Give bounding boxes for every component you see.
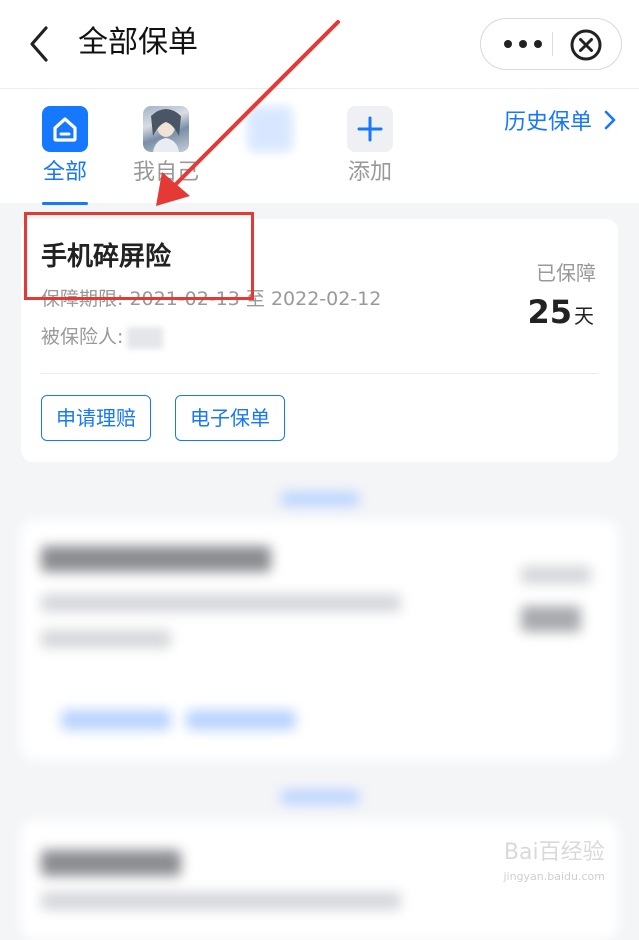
blurred-card xyxy=(21,520,618,760)
blurred-title xyxy=(41,546,271,572)
member-tabs: 全部 我自己 添加 历史保单 xyxy=(0,89,639,205)
tab-label xyxy=(235,158,305,188)
covered-days: 25 天 xyxy=(527,293,594,331)
watermark-main: Bai百经验 xyxy=(503,840,605,865)
e-policy-button[interactable]: 电子保单 xyxy=(175,395,285,441)
blurred-text xyxy=(521,606,581,632)
apply-claim-button[interactable]: 申请理赔 xyxy=(41,395,151,441)
watermark-sub: jingyan.baidu.com xyxy=(503,870,605,883)
blurred-text xyxy=(41,630,171,648)
home-icon xyxy=(42,106,88,152)
plus-icon xyxy=(347,106,393,152)
history-policies-link[interactable]: 历史保单 xyxy=(504,107,617,139)
blurred-button xyxy=(186,710,296,730)
card-divider xyxy=(41,373,598,374)
policy-insured: 被保险人: xyxy=(41,323,164,351)
insured-label: 被保险人: xyxy=(41,326,124,348)
blurred-icon xyxy=(247,106,293,152)
status-label: 已保障 xyxy=(536,261,596,285)
navbar: 全部保单 xyxy=(0,0,639,89)
blurred-section-label xyxy=(280,492,360,506)
baidu-jingyan-watermark: Bai百经验 jingyan.baidu.com xyxy=(503,841,605,889)
tab-label: 添加 xyxy=(347,160,392,185)
days-unit: 天 xyxy=(574,304,594,328)
chevron-left-icon xyxy=(30,26,48,62)
capsule-divider xyxy=(552,32,553,56)
tab-all[interactable]: 全部 xyxy=(30,106,100,205)
back-button[interactable] xyxy=(22,24,58,64)
blurred-text xyxy=(521,566,591,584)
blurred-text xyxy=(41,594,401,612)
close-button[interactable] xyxy=(569,28,603,62)
avatar xyxy=(143,106,189,152)
blurred-text xyxy=(41,892,401,910)
tab-label: 全部 xyxy=(42,160,87,185)
chevron-right-icon xyxy=(604,110,616,130)
mini-program-capsule xyxy=(480,18,622,70)
tab-blurred-member[interactable] xyxy=(235,106,305,188)
blurred-section-label xyxy=(280,790,360,804)
insured-name-redacted xyxy=(127,326,164,349)
history-link-label: 历史保单 xyxy=(504,110,593,135)
tab-myself[interactable]: 我自己 xyxy=(131,106,201,188)
more-button[interactable] xyxy=(499,32,547,56)
active-tab-indicator xyxy=(42,202,88,205)
blurred-button xyxy=(61,710,171,730)
days-count: 25 xyxy=(527,293,572,331)
annotation-highlight-box xyxy=(24,212,254,300)
blurred-title xyxy=(41,850,181,876)
page-title: 全部保单 xyxy=(78,25,198,60)
tab-add[interactable]: 添加 xyxy=(335,106,405,188)
more-dots-icon xyxy=(504,40,542,48)
tab-label: 我自己 xyxy=(132,160,199,185)
close-circle-icon xyxy=(570,29,602,61)
